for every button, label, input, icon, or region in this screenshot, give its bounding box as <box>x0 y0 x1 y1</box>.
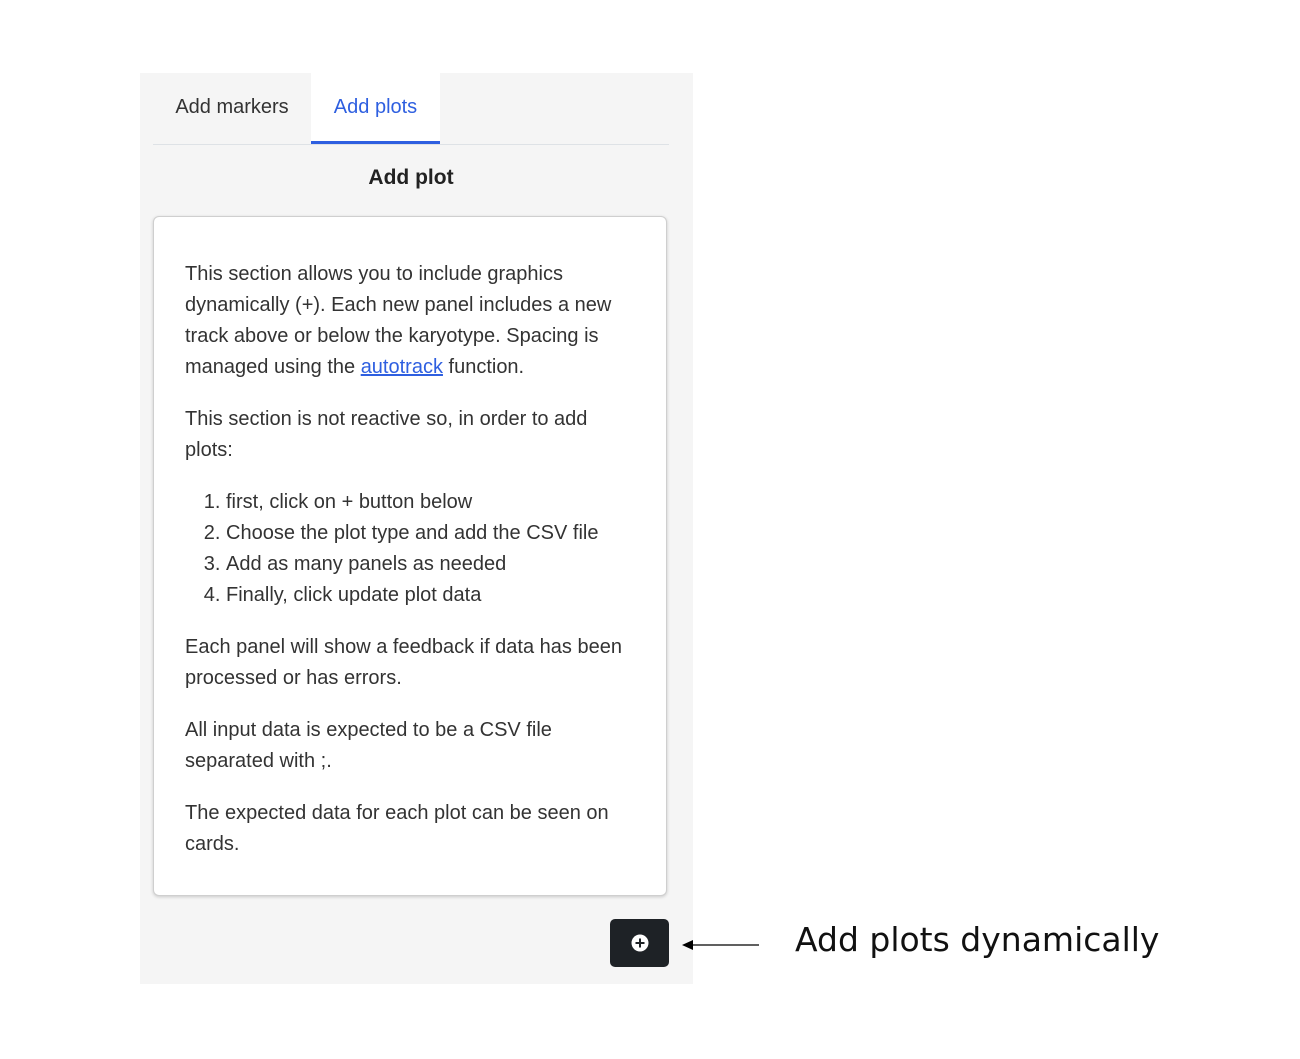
section-title: Add plot <box>368 166 454 189</box>
not-reactive-paragraph: This section is not reactive so, in orde… <box>185 408 588 461</box>
plus-circle-icon <box>631 934 649 952</box>
list-item: Choose the plot type and add the CSV fil… <box>226 518 636 549</box>
list-item: first, click on + button below <box>226 487 636 518</box>
list-item: Finally, click update plot data <box>226 580 636 611</box>
tab-bar: Add markers Add plots <box>153 73 669 145</box>
list-item: Add as many panels as needed <box>226 549 636 580</box>
csv-paragraph: All input data is expected to be a CSV f… <box>185 719 552 772</box>
autotrack-link[interactable]: autotrack <box>361 356 443 378</box>
tab-add-markers[interactable]: Add markers <box>153 73 311 142</box>
steps-list: first, click on + button below Choose th… <box>185 487 636 611</box>
arrow-left-icon <box>682 940 759 950</box>
cards-paragraph: The expected data for each plot can be s… <box>185 802 609 855</box>
add-plot-button[interactable] <box>610 919 669 967</box>
annotation-label: Add plots dynamically <box>795 920 1160 959</box>
info-card: This section allows you to include graph… <box>153 216 667 896</box>
tab-add-plots[interactable]: Add plots <box>311 73 440 144</box>
intro-text-end: function. <box>442 356 525 378</box>
feedback-paragraph: Each panel will show a feedback if data … <box>185 636 622 689</box>
intro-paragraph: This section allows you to include graph… <box>185 259 636 383</box>
sidebar-panel: Add markers Add plots Add plot This sect… <box>140 73 693 984</box>
